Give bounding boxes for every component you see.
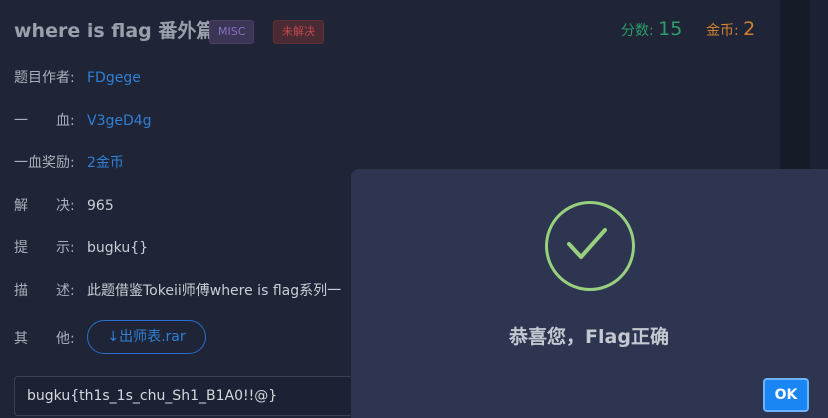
points-value: 15: [658, 18, 683, 40]
other-label: 其 他:: [14, 331, 75, 347]
status-tag: 未解决: [273, 20, 324, 44]
check-circle-icon: [545, 201, 635, 291]
description-row: 描 述: 此题借鉴Tokeii师傅where is flag系列一: [14, 280, 341, 300]
author-link[interactable]: FDgege: [87, 70, 141, 86]
first-blood-label: 一 血:: [14, 113, 75, 129]
hint-label: 提 示:: [14, 240, 75, 256]
coins-display: 金币: 2: [706, 18, 755, 40]
challenge-title: where is flag 番外篇: [14, 20, 216, 42]
category-tag: MISC: [209, 20, 255, 44]
hint-value: bugku{}: [87, 240, 149, 256]
attachment-download-button[interactable]: ↓出师表.rar: [87, 320, 206, 354]
other-row: 其 他:: [14, 328, 87, 348]
points-label: 分数:: [621, 23, 654, 39]
reward-label: 一血奖励:: [14, 155, 75, 171]
coins-label: 金币:: [706, 23, 739, 39]
description-text: 此题借鉴Tokeii师傅where is flag系列一: [87, 283, 342, 299]
solved-label: 解 决:: [14, 198, 75, 214]
solved-row: 解 决: 965: [14, 195, 114, 215]
first-blood-row: 一 血: V3geD4g: [14, 110, 152, 130]
ok-button[interactable]: OK: [763, 378, 809, 412]
first-blood-reward-row: 一血奖励: 2金币: [14, 152, 124, 172]
success-modal: 恭喜您，Flag正确 OK: [351, 169, 828, 418]
hint-row: 提 示: bugku{}: [14, 237, 148, 257]
coins-value: 2: [743, 18, 756, 40]
author-label: 题目作者:: [14, 70, 75, 86]
author-row: 题目作者: FDgege: [14, 67, 141, 87]
success-message: 恭喜您，Flag正确: [509, 326, 669, 348]
first-blood-link[interactable]: V3geD4g: [87, 113, 152, 129]
solved-count: 965: [87, 198, 114, 214]
description-label: 描 述:: [14, 283, 75, 299]
points-display: 分数: 15: [621, 18, 682, 40]
reward-value: 2金币: [87, 155, 124, 171]
